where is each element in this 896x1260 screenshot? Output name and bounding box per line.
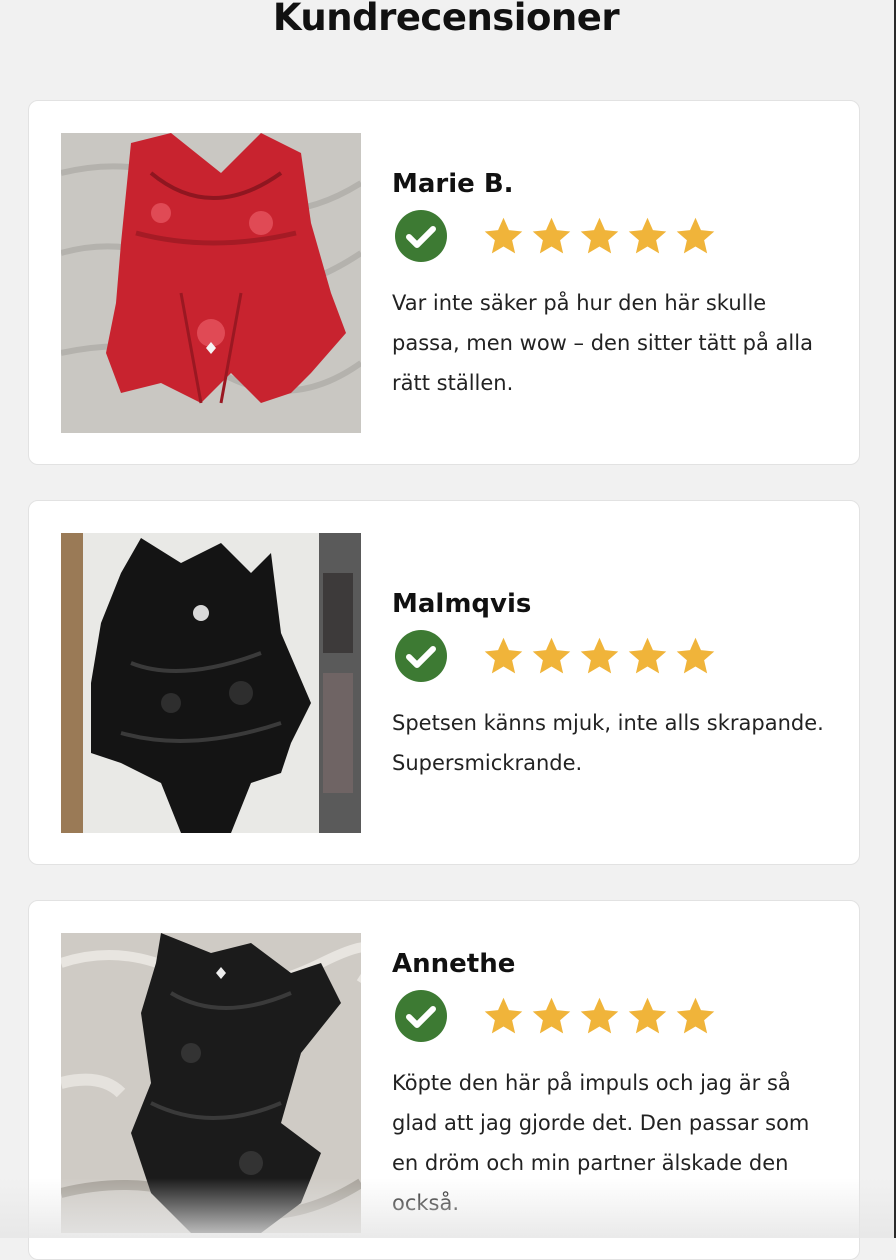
star-rating <box>481 994 718 1039</box>
verified-check-icon <box>395 990 447 1042</box>
verified-check-icon <box>395 210 447 262</box>
star-icon <box>484 217 523 254</box>
review-photo[interactable] <box>61 533 361 833</box>
star-icon <box>676 997 715 1034</box>
page-title: Kundrecensioner <box>272 0 620 39</box>
star-rating <box>481 634 718 679</box>
reviewer-name: Marie B. <box>392 169 514 199</box>
star-icon <box>532 637 571 674</box>
star-rating <box>481 214 718 259</box>
review-photo[interactable] <box>61 933 361 1233</box>
verified-check-icon <box>395 630 447 682</box>
star-icon <box>532 217 571 254</box>
review-text: Var inte säker på hur den här skulle pas… <box>392 291 813 395</box>
star-icon <box>532 997 571 1034</box>
star-icon <box>484 997 523 1034</box>
reviewer-name: Annethe <box>392 949 516 979</box>
star-icon <box>628 997 667 1034</box>
star-icon <box>484 637 523 674</box>
review-text: Köpte den här på impuls och jag är så gl… <box>392 1071 810 1215</box>
review-text: Spetsen känns mjuk, inte alls skrapande.… <box>392 711 824 775</box>
reviewer-name: Malmqvis <box>392 589 532 619</box>
star-icon <box>628 217 667 254</box>
star-icon <box>580 637 619 674</box>
star-icon <box>580 997 619 1034</box>
star-icon <box>628 637 667 674</box>
star-icon <box>676 637 715 674</box>
review-card: Malmqvis Spetsen känns mjuk, inte alls s… <box>28 500 860 865</box>
review-card: Annethe Köpte den här på impuls och jag … <box>28 900 860 1260</box>
star-icon <box>676 217 715 254</box>
review-card: Marie B. Var inte säker på hur den här s… <box>28 100 860 465</box>
review-photo[interactable] <box>61 133 361 433</box>
star-icon <box>580 217 619 254</box>
